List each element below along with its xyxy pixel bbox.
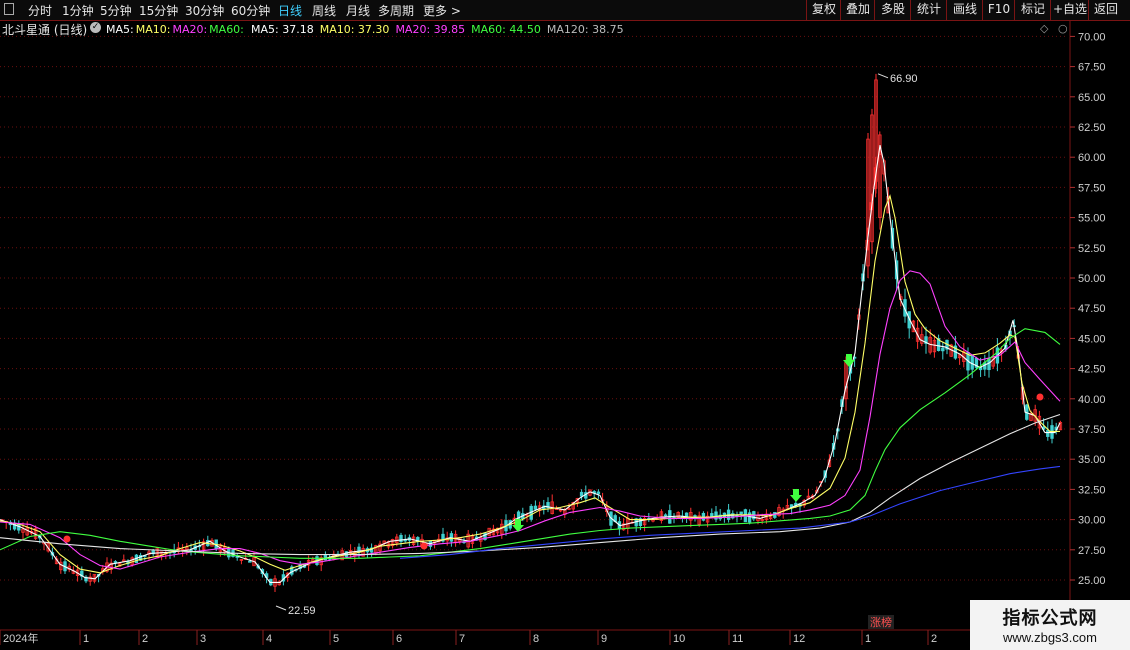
x-tick-label: 12 [793,633,805,645]
y-tick-label: 47.50 [1078,303,1106,315]
candle-body [747,512,752,523]
x-tick-label: 7 [459,633,465,645]
y-tick-label: 32.50 [1078,484,1106,496]
x-tick-label: 4 [266,633,272,645]
ma-line-ma120 [0,413,1061,556]
annotation-label: 22.59 [288,605,316,617]
ma-line-ma20 [0,270,1061,570]
y-tick-label: 55.00 [1078,213,1106,225]
signal-dot [63,535,71,543]
watermark-title: 指标公式网 [1002,608,1098,629]
y-tick-label: 30.00 [1078,515,1106,527]
x-tick-label: 6 [396,633,402,645]
y-tick-label: 57.50 [1078,182,1106,194]
x-tick-label: 5 [333,633,339,645]
candle-body [663,514,668,517]
y-tick-label: 60.00 [1078,152,1106,164]
x-tick-label: 2 [931,633,937,645]
y-tick-label: 25.00 [1078,575,1106,587]
watermark-logo: 指标公式网 www.zbgs3.com [970,600,1130,650]
y-tick-label: 27.50 [1078,545,1106,557]
candle-body [248,560,252,563]
x-tick-label: 9 [601,633,607,645]
y-tick-label: 50.00 [1078,273,1106,285]
limit-up-label: 涨榜 [870,615,892,629]
x-tick-label: 2024年 [3,631,38,645]
y-tick-label: 45.00 [1078,333,1106,345]
x-tick-label: 8 [533,633,539,645]
y-tick-label: 52.50 [1078,243,1106,255]
x-tick-label: 11 [732,633,743,645]
y-tick-label: 70.00 [1078,31,1106,43]
candle-body [579,491,584,497]
x-tick-label: 2 [142,633,148,645]
candle-body [533,505,538,510]
candle-body [1046,429,1050,437]
candle-body [399,534,403,543]
y-tick-label: 65.00 [1078,92,1106,104]
candle-body [596,491,601,495]
signal-dot [1036,393,1044,401]
annotation-label: 66.90 [890,73,918,85]
signal-dot [420,542,428,550]
signal-arrow [790,489,802,502]
y-tick-label: 62.50 [1078,122,1106,134]
candle-body [113,561,118,563]
x-tick-label: 1 [865,633,871,645]
y-tick-label: 40.00 [1078,394,1106,406]
candle-body [970,354,974,370]
candle-body [693,515,697,517]
y-tick-label: 37.50 [1078,424,1106,436]
candle-body [739,511,743,515]
y-tick-label: 67.50 [1078,62,1106,74]
candle-body [1050,425,1054,439]
y-tick-label: 35.00 [1078,454,1106,466]
kline-chart[interactable]: 70.00 67.50 65.00 62.50 60.00 57.50 55.00 52.50… [0,0,1130,650]
x-tick-label: 10 [673,633,685,645]
ma-line-ma60 [0,328,1061,559]
annotation-pointer [877,73,889,79]
annotation-pointer [275,605,287,611]
watermark-url: www.zbgs3.com [1003,630,1097,645]
x-tick-label: 1 [83,633,89,645]
y-tick-label: 42.50 [1078,364,1106,376]
x-tick-label: 3 [200,633,206,645]
candle-body [941,347,945,352]
